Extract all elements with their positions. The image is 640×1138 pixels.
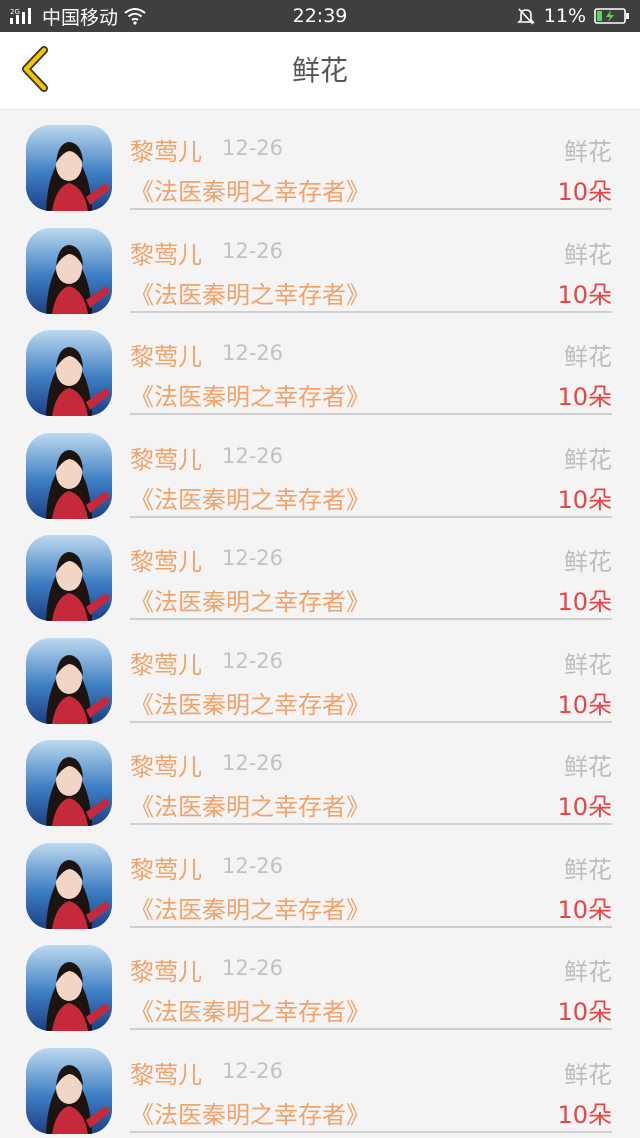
item-gift-type: 鲜花 xyxy=(564,958,612,986)
avatar xyxy=(26,535,112,621)
list-item[interactable]: 黎莺儿 12-26 鲜花 《法医秦明之幸存者》 10朵 xyxy=(0,623,640,726)
item-date: 12-26 xyxy=(222,1058,284,1083)
item-amount: 10朵 xyxy=(557,895,612,924)
status-right: 11% xyxy=(516,0,630,32)
item-gift-type: 鲜花 xyxy=(564,855,612,884)
item-gift-type: 鲜花 xyxy=(564,343,612,371)
item-divider xyxy=(130,1130,612,1133)
item-divider xyxy=(130,208,612,210)
gift-record-list: 黎莺儿 12-26 鲜花 《法医秦明之幸存者》 10朵 黎莺儿 12-26 鲜花… xyxy=(0,110,640,1135)
item-book-title: 《法医秦明之幸存者》 xyxy=(130,793,370,821)
item-date: 12-26 xyxy=(222,136,284,160)
list-item[interactable]: 黎莺儿 12-26 鲜花 《法医秦明之幸存者》 10朵 xyxy=(0,828,640,931)
item-book-title: 《法医秦明之幸存者》 xyxy=(130,1100,370,1129)
avatar xyxy=(26,432,112,519)
battery-charging-icon xyxy=(594,7,630,25)
item-date: 12-26 xyxy=(222,443,284,468)
item-divider xyxy=(130,925,612,928)
item-book-title: 《法医秦明之幸存者》 xyxy=(130,895,370,924)
item-divider xyxy=(130,1028,612,1030)
item-divider xyxy=(130,618,612,620)
item-book-title: 《法医秦明之幸存者》 xyxy=(130,485,370,514)
item-amount: 10朵 xyxy=(557,588,612,616)
item-amount: 10朵 xyxy=(557,1100,612,1129)
avatar xyxy=(26,227,112,314)
item-amount: 10朵 xyxy=(557,485,612,514)
item-divider xyxy=(130,310,612,313)
list-item[interactable]: 黎莺儿 12-26 鲜花 《法医秦明之幸存者》 10朵 xyxy=(0,315,640,418)
item-divider xyxy=(130,515,612,518)
item-name: 黎莺儿 xyxy=(130,855,202,884)
avatar xyxy=(26,945,112,1031)
list-item[interactable]: 黎莺儿 12-26 鲜花 《法医秦明之幸存者》 10朵 xyxy=(0,930,640,1033)
item-name: 黎莺儿 xyxy=(130,138,202,166)
avatar xyxy=(26,842,112,929)
item-gift-type: 鲜花 xyxy=(564,138,612,166)
item-amount: 10朵 xyxy=(557,280,612,309)
item-date: 12-26 xyxy=(222,648,284,673)
item-name: 黎莺儿 xyxy=(130,343,202,371)
item-date: 12-26 xyxy=(222,238,284,263)
item-book-title: 《法医秦明之幸存者》 xyxy=(130,690,370,719)
list-item[interactable]: 黎莺儿 12-26 鲜花 《法医秦明之幸存者》 10朵 xyxy=(0,418,640,521)
list-item[interactable]: 黎莺儿 12-26 鲜花 《法医秦明之幸存者》 10朵 xyxy=(0,213,640,316)
list-item[interactable]: 黎莺儿 12-26 鲜花 《法医秦明之幸存者》 10朵 xyxy=(0,725,640,828)
item-date: 12-26 xyxy=(222,341,284,365)
status-bar: 2G 中国移动 22:39 11% xyxy=(0,0,640,32)
item-date: 12-26 xyxy=(222,956,284,980)
item-name: 黎莺儿 xyxy=(130,958,202,986)
avatar xyxy=(26,740,112,826)
item-gift-type: 鲜花 xyxy=(564,240,612,269)
item-amount: 10朵 xyxy=(557,998,612,1026)
item-date: 12-26 xyxy=(222,751,284,775)
chevron-left-icon xyxy=(18,46,52,96)
item-divider xyxy=(130,413,612,415)
item-amount: 10朵 xyxy=(557,690,612,719)
avatar xyxy=(26,125,112,211)
item-book-title: 《法医秦明之幸存者》 xyxy=(130,178,370,206)
item-name: 黎莺儿 xyxy=(130,445,202,474)
item-book-title: 《法医秦明之幸存者》 xyxy=(130,998,370,1026)
page-title: 鲜花 xyxy=(291,54,348,87)
item-book-title: 《法医秦明之幸存者》 xyxy=(130,588,370,616)
item-divider xyxy=(130,823,612,825)
item-gift-type: 鲜花 xyxy=(564,650,612,679)
item-amount: 10朵 xyxy=(557,793,612,821)
item-name: 黎莺儿 xyxy=(130,650,202,679)
item-amount: 10朵 xyxy=(557,178,612,206)
item-date: 12-26 xyxy=(222,546,284,570)
item-gift-type: 鲜花 xyxy=(564,753,612,781)
item-book-title: 《法医秦明之幸存者》 xyxy=(130,280,370,309)
item-gift-type: 鲜花 xyxy=(564,445,612,474)
list-item[interactable]: 黎莺儿 12-26 鲜花 《法医秦明之幸存者》 10朵 xyxy=(0,1033,640,1136)
item-name: 黎莺儿 xyxy=(130,1060,202,1089)
bell-muted-icon xyxy=(516,6,536,26)
nav-bar: 鲜花 xyxy=(0,32,640,110)
item-book-title: 《法医秦明之幸存者》 xyxy=(130,383,370,411)
item-gift-type: 鲜花 xyxy=(564,1060,612,1089)
avatar xyxy=(26,330,112,416)
item-date: 12-26 xyxy=(222,853,284,878)
item-divider xyxy=(130,720,612,723)
battery-percent: 11% xyxy=(543,5,586,27)
list-item[interactable]: 黎莺儿 12-26 鲜花 《法医秦明之幸存者》 10朵 xyxy=(0,110,640,213)
avatar xyxy=(26,637,112,724)
item-amount: 10朵 xyxy=(557,383,612,411)
list-item[interactable]: 黎莺儿 12-26 鲜花 《法医秦明之幸存者》 10朵 xyxy=(0,520,640,623)
item-name: 黎莺儿 xyxy=(130,753,202,781)
item-name: 黎莺儿 xyxy=(130,548,202,576)
item-name: 黎莺儿 xyxy=(130,240,202,269)
back-button[interactable] xyxy=(10,46,60,96)
avatar xyxy=(26,1047,112,1134)
item-gift-type: 鲜花 xyxy=(564,548,612,576)
